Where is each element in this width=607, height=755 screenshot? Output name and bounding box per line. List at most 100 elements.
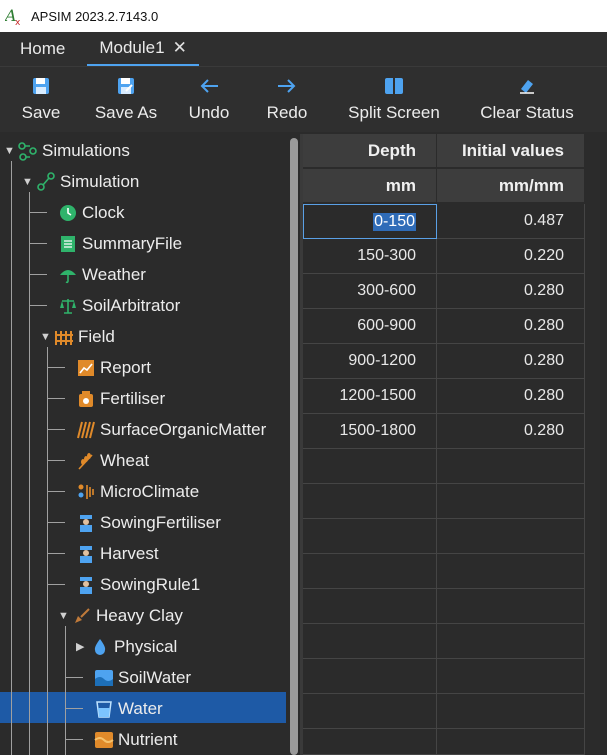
grid-empty-cell[interactable] [303, 624, 437, 659]
farmer-icon [76, 544, 96, 564]
tree-node-sowing-rule[interactable]: SowingRule1 [76, 569, 200, 600]
eraser-icon [517, 75, 537, 97]
tree-scrollbar-thumb[interactable] [290, 138, 298, 755]
chevron-down-icon[interactable]: ▼ [58, 610, 72, 622]
grid-cell-text: 0.280 [523, 422, 564, 439]
grid-empty-cell[interactable] [437, 449, 585, 484]
grid-cell-depth[interactable]: 900-1200 [303, 344, 437, 379]
grid-cell-text: 0.220 [523, 247, 564, 264]
clear-status-button[interactable]: Clear Status [462, 67, 592, 132]
split-screen-icon [384, 75, 404, 97]
svg-text:x: x [15, 18, 21, 26]
tree-node-report[interactable]: Report [76, 352, 151, 383]
tree-node-field[interactable]: ▼ Field [40, 321, 115, 352]
chevron-down-icon[interactable]: ▼ [22, 176, 36, 188]
tree-node-soilwater[interactable]: SoilWater [94, 662, 191, 693]
tree-node-microclimate[interactable]: MicroClimate [76, 476, 199, 507]
tree-node-simulations[interactable]: ▼ Simulations [4, 135, 130, 166]
save-as-button[interactable]: Save As [82, 67, 170, 132]
tree-line [29, 274, 47, 275]
grid-cell-value[interactable]: 0.280 [437, 414, 585, 449]
grid-empty-cell[interactable] [303, 519, 437, 554]
grid-empty-cell[interactable] [437, 484, 585, 519]
tree-node-water[interactable]: Water [94, 693, 163, 724]
tree-node-soil-arbitrator[interactable]: SoilArbitrator [58, 290, 180, 321]
redo-button[interactable]: Redo [248, 67, 326, 132]
grid-empty-cell[interactable] [303, 449, 437, 484]
units-depth-label: mm [385, 175, 416, 195]
grid-cell-value[interactable]: 0.220 [437, 239, 585, 274]
tree-line [47, 584, 65, 585]
grid-cell-depth[interactable]: 1200-1500 [303, 379, 437, 414]
chevron-right-icon[interactable]: ▶ [76, 640, 90, 653]
tree-node-surface-om[interactable]: SurfaceOrganicMatter [76, 414, 266, 445]
split-screen-button[interactable]: Split Screen [326, 67, 462, 132]
grid-empty-cell[interactable] [303, 659, 437, 694]
fence-icon [54, 327, 74, 347]
wheat-icon [76, 451, 96, 471]
grid-empty-cell[interactable] [303, 484, 437, 519]
grid-empty-cell[interactable] [437, 694, 585, 729]
tree-node-physical[interactable]: ▶ Physical [76, 631, 177, 662]
grid-cell-value[interactable]: 0.280 [437, 309, 585, 344]
tree-node-harvest[interactable]: Harvest [76, 538, 159, 569]
tree-node-weather[interactable]: Weather [58, 259, 146, 290]
tree-node-simulation[interactable]: ▼ Simulation [22, 166, 139, 197]
grid-empty-cell[interactable] [437, 624, 585, 659]
grid-cell-value[interactable]: 0.280 [437, 274, 585, 309]
apsim-logo-icon: A x [3, 6, 25, 28]
tree-label-sowing-fertiliser: SowingFertiliser [100, 512, 221, 532]
tree-label-harvest: Harvest [100, 543, 159, 563]
grid-empty-cell[interactable] [437, 554, 585, 589]
tree-node-sowing-fertiliser[interactable]: SowingFertiliser [76, 507, 221, 538]
tree-line [47, 491, 65, 492]
water-grid[interactable]: Depth Initial values mm mm/mm 0-150 0.48… [303, 134, 607, 755]
chevron-down-icon[interactable]: ▼ [40, 331, 54, 343]
column-header-depth[interactable]: Depth [303, 134, 437, 168]
grid-empty-cell[interactable] [303, 589, 437, 624]
title-bar: A x APSIM 2023.2.7143.0 [0, 0, 607, 32]
grid-cell-depth[interactable]: 150-300 [303, 239, 437, 274]
tree-label-report: Report [100, 357, 152, 377]
grid-cell-depth[interactable]: 1500-1800 [303, 414, 437, 449]
tree-node-heavy-clay[interactable]: ▼ Heavy Clay [58, 600, 183, 631]
grid-cell-value[interactable]: 0.280 [437, 344, 585, 379]
grid-empty-cell[interactable] [437, 729, 585, 755]
save-button[interactable]: Save [0, 67, 82, 132]
grid-empty-cell[interactable] [303, 694, 437, 729]
grid-cell-depth[interactable]: 0-150 [303, 204, 437, 239]
tree-node-fertiliser[interactable]: Fertiliser [76, 383, 165, 414]
tab-home[interactable]: Home [0, 32, 87, 66]
chevron-down-icon[interactable]: ▼ [4, 145, 18, 157]
water-drop-icon [90, 637, 110, 657]
save-as-icon [117, 75, 135, 97]
undo-button[interactable]: Undo [170, 67, 248, 132]
grid-empty-cell[interactable] [303, 729, 437, 755]
grid-cell-value[interactable]: 0.487 [437, 204, 585, 239]
tree-node-wheat[interactable]: Wheat [76, 445, 149, 476]
tab-module1[interactable]: Module1 ✕ [87, 32, 199, 66]
grid-empty-cell[interactable] [437, 519, 585, 554]
grid-empty-cell[interactable] [303, 554, 437, 589]
grid-empty-cell[interactable] [437, 589, 585, 624]
tree-label-nutrient: Nutrient [118, 729, 178, 749]
grid-cell-depth[interactable]: 300-600 [303, 274, 437, 309]
close-icon[interactable]: ✕ [173, 38, 187, 58]
tree-line [29, 212, 47, 213]
tree-node-summary[interactable]: SummaryFile [58, 228, 182, 259]
tree-node-nutrient[interactable]: Nutrient [94, 724, 178, 755]
grid-cell-value[interactable]: 0.280 [437, 379, 585, 414]
nutrient-icon [94, 730, 114, 750]
grid-cell-text: 150-300 [357, 247, 416, 264]
tree-node-clock[interactable]: Clock [58, 197, 125, 228]
grid-empty-cell[interactable] [437, 659, 585, 694]
tree-label-physical: Physical [114, 636, 178, 656]
tab-home-label: Home [20, 39, 66, 58]
tab-module1-label: Module1 [99, 38, 165, 57]
column-header-initial-values[interactable]: Initial values [437, 134, 585, 168]
microclimate-icon [76, 482, 96, 502]
grid-cell-depth[interactable]: 600-900 [303, 309, 437, 344]
grid-cell-text: 900-1200 [348, 352, 416, 369]
tree-label-wheat: Wheat [100, 450, 150, 470]
grid-cell-text: 0.280 [523, 282, 564, 299]
